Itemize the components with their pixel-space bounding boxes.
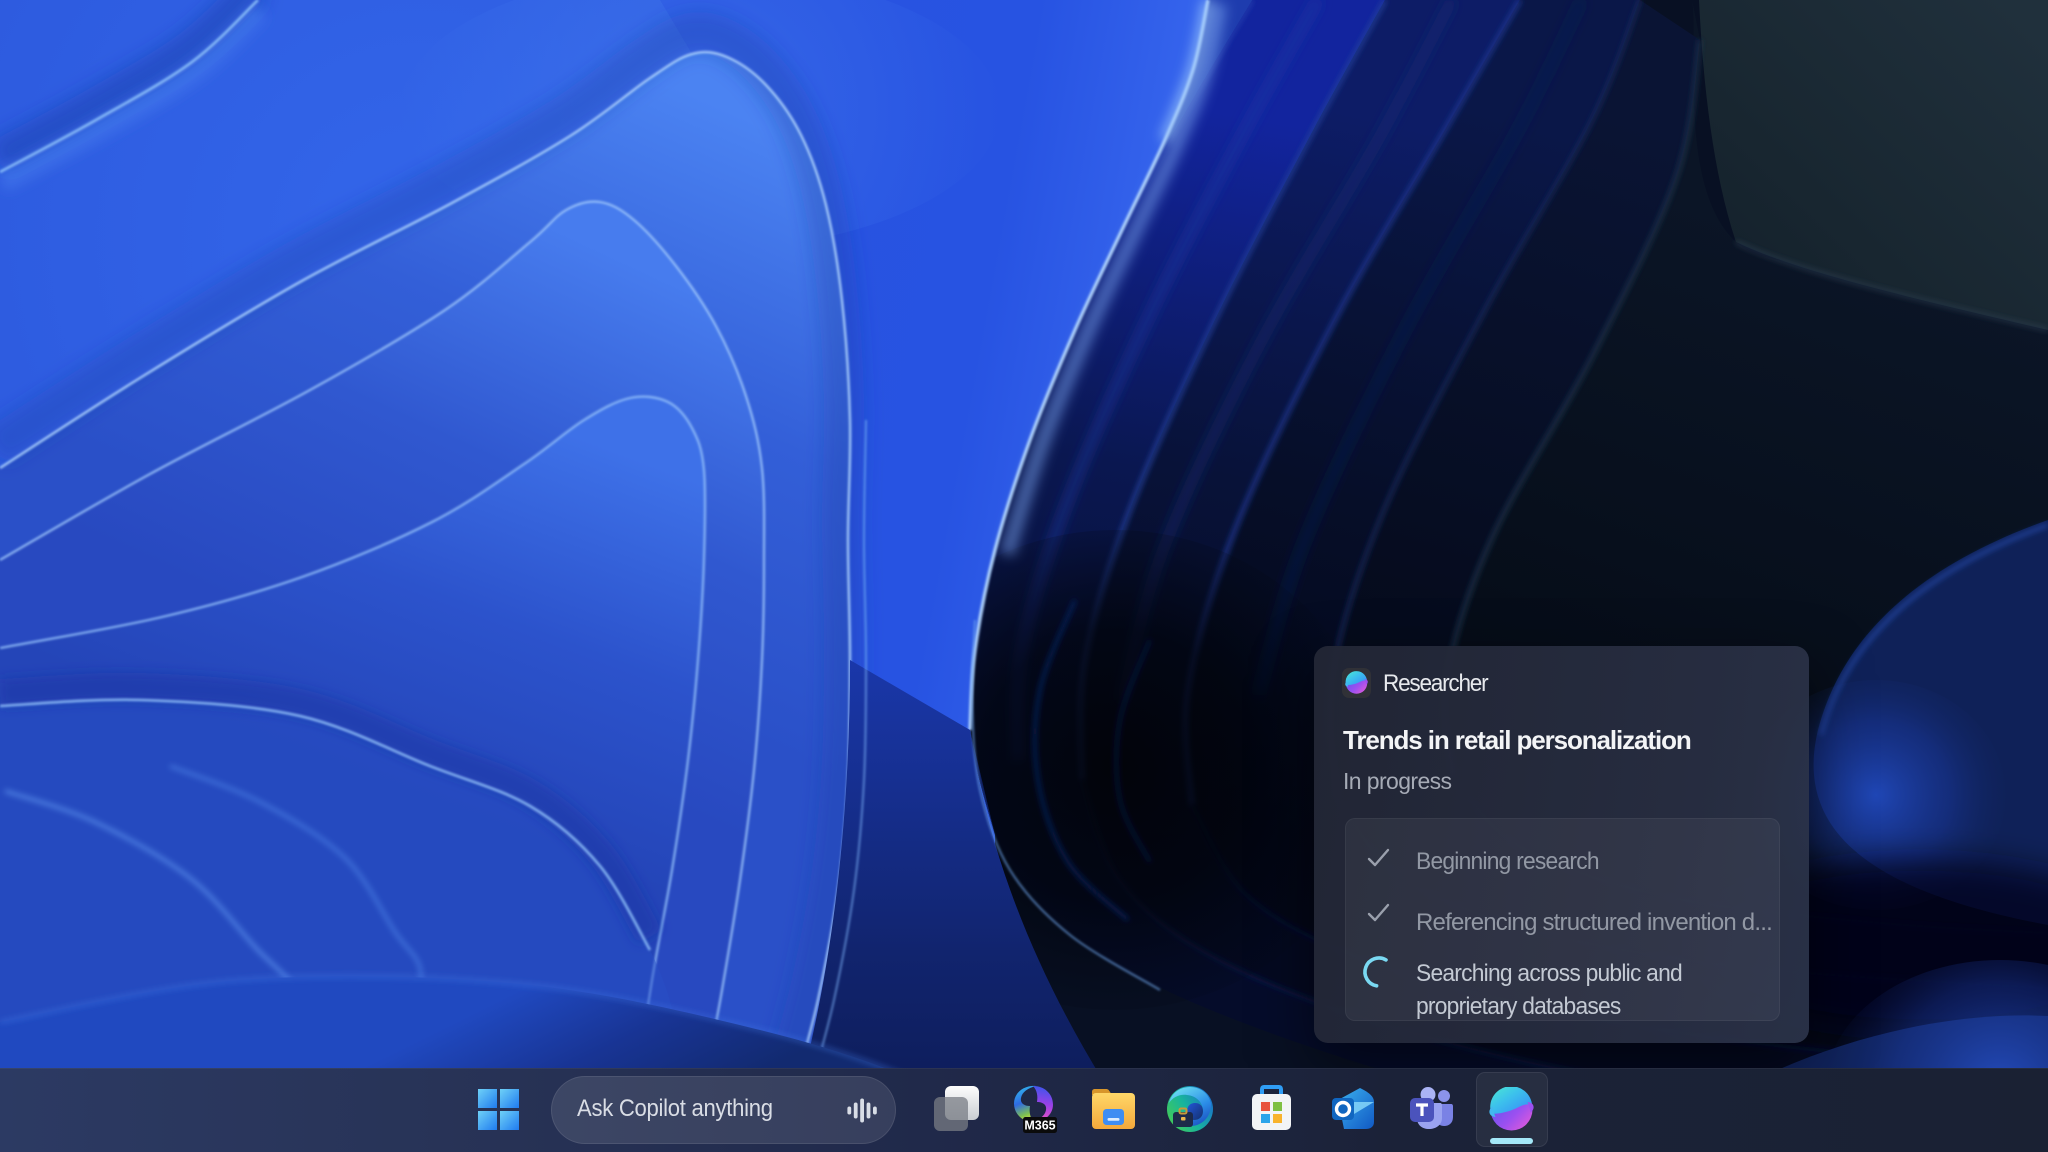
svg-text:M365: M365 [1024,1119,1055,1133]
